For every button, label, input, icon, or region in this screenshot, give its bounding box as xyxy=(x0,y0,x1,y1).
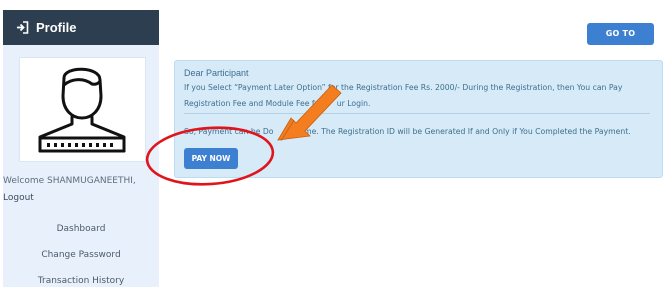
notice-divider xyxy=(184,113,650,114)
notice-line-2: Registration Fee and Module Fee fr ur Log… xyxy=(184,99,370,108)
welcome-text: Welcome SHANMUGANEETHI, xyxy=(3,176,136,186)
notice-line-2-text: Registration Fee and Module Fee fr xyxy=(184,99,318,108)
sidebar: Profile Welcome SHANMUGANEETHI, Logout D… xyxy=(3,10,159,287)
payment-notice: Dear Participant If you Select “Payment … xyxy=(174,60,663,178)
notice-line-1: If you Select “Payment Later Option” for… xyxy=(184,83,623,92)
pay-now-button[interactable]: PAY NOW xyxy=(184,148,238,169)
notice-line-3-tail: Time. The Registration ID will be Genera… xyxy=(297,127,631,136)
nav-change-password[interactable]: Change Password xyxy=(3,250,159,260)
nav-dashboard[interactable]: Dashboard xyxy=(3,224,159,234)
sidebar-title: Profile xyxy=(36,20,77,35)
go-to-course-button[interactable]: GO TO COURSE xyxy=(587,23,654,60)
notice-line-3: So, Payment can be Do Time. The Registrat… xyxy=(184,127,631,136)
user-avatar-icon xyxy=(38,67,126,153)
sign-in-icon xyxy=(17,21,29,34)
notice-line-3-text: So, Payment can be Do xyxy=(184,127,274,136)
avatar xyxy=(19,57,146,162)
welcome-block: Welcome SHANMUGANEETHI, Logout xyxy=(3,173,159,207)
sidebar-header: Profile xyxy=(3,10,159,45)
logout-link[interactable]: Logout xyxy=(3,190,159,207)
nav-transaction-history[interactable]: Transaction History xyxy=(3,276,159,286)
notice-salutation: Dear Participant xyxy=(184,68,249,78)
notice-line-2-tail: ur Login. xyxy=(336,99,371,108)
